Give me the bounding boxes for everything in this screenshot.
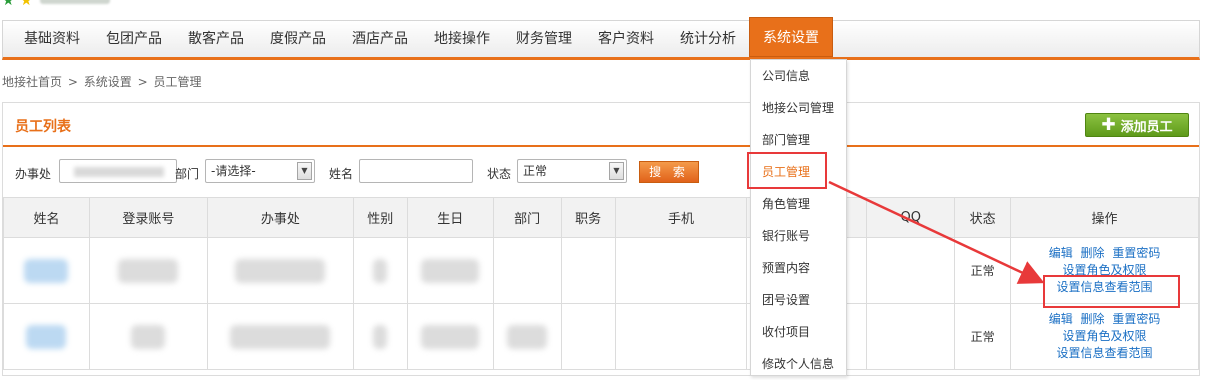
column-header: 姓名	[3, 197, 90, 238]
department-label: 部门	[175, 167, 200, 181]
delete-link[interactable]: 删除	[1081, 246, 1105, 260]
breadcrumb-separator: >	[137, 75, 148, 89]
logo-text	[40, 0, 110, 4]
department-select-value: -请选择-	[211, 164, 256, 178]
menu-item-bank-accounts[interactable]: 银行账号	[751, 220, 846, 252]
nav-item-individual-products[interactable]: 散客产品	[175, 21, 257, 57]
menu-item-company-info[interactable]: 公司信息	[751, 60, 846, 92]
nav-item-finance[interactable]: 财务管理	[503, 21, 585, 57]
main-nav: 基础资料 包团产品 散客产品 度假产品 酒店产品 地接操作 财务管理 客户资料 …	[2, 17, 1200, 60]
status-select-value: 正常	[523, 164, 548, 178]
add-employee-label: 添加员工	[1120, 119, 1173, 135]
reset-password-link[interactable]: 重置密码	[1112, 312, 1160, 326]
table-row: 正常 编辑 删除 重置密码 设置角色及权限 设置信息查看范围	[3, 303, 1199, 370]
edit-link[interactable]: 编辑	[1049, 246, 1073, 260]
edit-link[interactable]: 编辑	[1049, 312, 1073, 326]
employee-list-panel: 员工列表 ✚ 添加员工 办事处 部门 -请选择- ▼ 姓名 状态 正常 ▼ 搜 …	[2, 102, 1200, 376]
employee-table: 姓名 登录账号 办事处 性别 生日 部门 职务 手机 电 QQ 状态 操作	[3, 197, 1199, 370]
column-header: 操作	[1010, 197, 1199, 238]
info-scope-highlight	[1043, 275, 1180, 308]
menu-item-edit-profile[interactable]: 修改个人信息	[751, 348, 846, 380]
breadcrumb-system-settings[interactable]: 系统设置	[84, 75, 132, 89]
status-label: 状态	[487, 167, 512, 181]
menu-item-ground-company[interactable]: 地接公司管理	[751, 92, 846, 124]
nav-item-vacation-products[interactable]: 度假产品	[257, 21, 339, 57]
name-label: 姓名	[329, 167, 354, 181]
column-header: QQ	[866, 197, 956, 238]
nav-item-group-products[interactable]: 包团产品	[93, 21, 175, 57]
chevron-down-icon: ▼	[297, 162, 312, 180]
set-info-scope-link[interactable]: 设置信息查看范围	[1011, 345, 1198, 362]
add-employee-button[interactable]: ✚ 添加员工	[1085, 113, 1189, 137]
filter-bar: 办事处 部门 -请选择- ▼ 姓名 状态 正常 ▼ 搜 索	[3, 149, 1199, 197]
nav-item-hotel-products[interactable]: 酒店产品	[339, 21, 421, 57]
column-header: 手机	[614, 197, 748, 238]
status-select[interactable]: 正常 ▼	[517, 159, 627, 183]
actions-cell: 编辑 删除 重置密码 设置角色及权限 设置信息查看范围	[1010, 303, 1199, 370]
logo-star-icon: ★	[20, 0, 33, 9]
menu-item-roles[interactable]: 角色管理	[751, 188, 846, 220]
nav-item-statistics[interactable]: 统计分析	[667, 21, 749, 57]
column-header: 性别	[352, 197, 408, 238]
plus-icon: ✚	[1101, 114, 1116, 135]
nav-item-system-settings[interactable]: 系统设置	[749, 17, 833, 57]
breadcrumb: 地接社首页 > 系统设置 > 员工管理	[2, 73, 203, 90]
nav-item-customers[interactable]: 客户资料	[585, 21, 667, 57]
employee-menu-highlight	[747, 152, 827, 189]
column-header: 部门	[492, 197, 562, 238]
chevron-down-icon: ▼	[609, 162, 624, 180]
department-select[interactable]: -请选择- ▼	[205, 159, 315, 183]
breadcrumb-current: 员工管理	[153, 75, 202, 89]
office-input[interactable]	[59, 159, 177, 183]
nav-item-ground-operation[interactable]: 地接操作	[421, 21, 503, 57]
menu-item-preset-content[interactable]: 预置内容	[751, 252, 846, 284]
panel-title: 员工列表	[15, 119, 71, 135]
table-header-row: 姓名 登录账号 办事处 性别 生日 部门 职务 手机 电 QQ 状态 操作	[3, 197, 1199, 238]
nav-item-basic-data[interactable]: 基础资料	[11, 21, 93, 57]
reset-password-link[interactable]: 重置密码	[1112, 246, 1160, 260]
delete-link[interactable]: 删除	[1081, 312, 1105, 326]
status-cell: 正常	[954, 303, 1012, 370]
breadcrumb-separator: >	[67, 75, 78, 89]
logo: ★ ★	[0, 0, 160, 10]
column-header: 职务	[560, 197, 616, 238]
name-input[interactable]	[359, 159, 473, 183]
column-header: 登录账号	[88, 197, 208, 238]
logo-star-icon: ★	[2, 0, 15, 9]
menu-item-payment-items[interactable]: 收付项目	[751, 316, 846, 348]
table-row: 正常 编辑 删除 重置密码 设置角色及权限 设置信息查看范围	[3, 237, 1199, 304]
column-header: 状态	[954, 197, 1012, 238]
breadcrumb-home[interactable]: 地接社首页	[2, 75, 62, 89]
office-label: 办事处	[15, 167, 52, 181]
menu-item-group-number[interactable]: 团号设置	[751, 284, 846, 316]
status-cell: 正常	[954, 237, 1012, 304]
search-button[interactable]: 搜 索	[639, 161, 699, 183]
set-role-permissions-link[interactable]: 设置角色及权限	[1011, 328, 1198, 345]
system-settings-dropdown: 公司信息 地接公司管理 部门管理 员工管理 角色管理 银行账号 预置内容 团号设…	[750, 59, 847, 376]
panel-header: 员工列表 ✚ 添加员工	[3, 103, 1199, 147]
column-header: 办事处	[206, 197, 354, 238]
column-header: 生日	[406, 197, 494, 238]
